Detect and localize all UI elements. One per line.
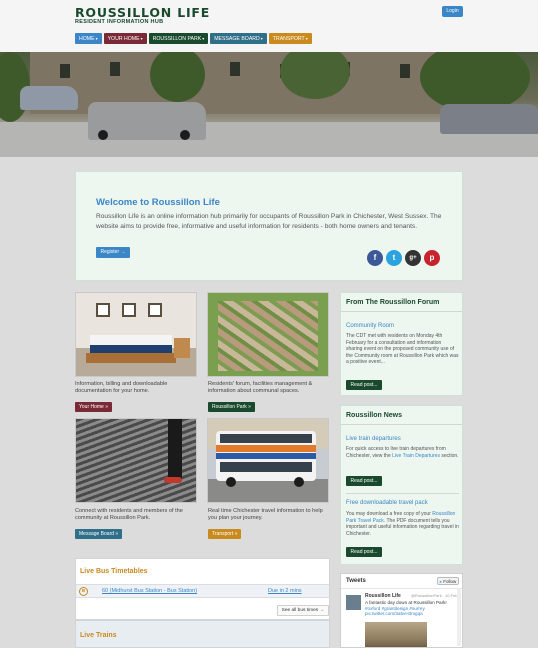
forum-post-text: The CDT met with residents on Monday 4th… <box>346 333 459 366</box>
forum-post-title[interactable]: Community Room <box>346 323 394 329</box>
login-button[interactable]: Login <box>442 6 463 17</box>
news-read-post-button[interactable]: Read post... <box>346 476 382 486</box>
message-board-image[interactable] <box>75 418 197 503</box>
nav-item-transport[interactable]: TRANSPORT▾ <box>268 33 312 44</box>
message-board-caption: Connect with residents and members of th… <box>75 508 183 522</box>
bus-route-link[interactable]: 60 (Midhurst Bus Station - Bus Station) <box>102 588 197 594</box>
twitter-icon[interactable]: t <box>386 250 402 266</box>
chevron-down-icon: ▾ <box>305 36 308 41</box>
facebook-icon[interactable]: f <box>367 250 383 266</box>
nav-item-roussillon-park[interactable]: ROUSSILLON PARK▾ <box>148 33 209 44</box>
nav-item-message-board[interactable]: MESSAGE BOARD▾ <box>210 33 267 44</box>
news-read-post-button[interactable]: Read post... <box>346 547 382 557</box>
bus-stop-icon: B <box>79 587 88 596</box>
your-home-image[interactable] <box>75 292 197 377</box>
your-home-button[interactable]: Your Home » <box>75 402 112 412</box>
roussillon-park-image[interactable] <box>207 292 329 377</box>
google-plus-icon[interactable]: g+ <box>405 250 421 266</box>
message-board-button[interactable]: Message Board » <box>75 529 123 539</box>
site-logo-subtitle: RESIDENT INFORMATION HUB <box>75 19 164 25</box>
tweet-link[interactable]: pic.twitter.com/3a5vH3mgqa <box>365 611 423 616</box>
tweet-image[interactable] <box>365 622 427 647</box>
live-train-departures-link[interactable]: Live Train Departures <box>392 453 440 459</box>
forum-read-post-button[interactable]: Read post... <box>346 380 382 390</box>
nav-item-home[interactable]: HOME▾ <box>75 33 102 44</box>
tweet-date[interactable]: 10 Feb <box>445 593 457 598</box>
news-item-title[interactable]: Live train departures <box>346 436 401 442</box>
pinterest-icon[interactable]: p <box>424 250 440 266</box>
nav-item-your-home[interactable]: YOUR HOME▾ <box>103 33 147 44</box>
twitter-widget: Tweets ▸ Follow Roussillon Life @Roussil… <box>340 573 463 648</box>
twitter-follow-button[interactable]: ▸ Follow <box>437 577 459 585</box>
tweets-title: Tweets <box>346 578 366 584</box>
bus-timetables-panel: Live Bus Timetables B 60 (Midhurst Bus S… <box>75 558 330 620</box>
live-trains-heading: Live Trains <box>80 632 117 639</box>
forum-panel: From The Roussillon Forum Community Room… <box>340 292 463 396</box>
see-all-bus-times-button[interactable]: See all bus times → <box>277 605 329 616</box>
chevron-down-icon: ▾ <box>140 36 143 41</box>
tweet-author-handle[interactable]: @RoussillonPark <box>411 593 442 598</box>
transport-button[interactable]: Transport » <box>208 529 242 539</box>
table-row: B 60 (Midhurst Bus Station - Bus Station… <box>76 584 329 598</box>
tweet-hashtags[interactable]: #oxford #grantdesign #surrey <box>365 606 425 611</box>
site-logo-title[interactable]: ROUSSILLON LIFE <box>75 5 210 20</box>
register-button[interactable]: Register → <box>96 247 130 258</box>
chevron-down-icon: ▾ <box>260 36 263 41</box>
transport-image[interactable] <box>207 418 329 503</box>
chevron-down-icon: ▾ <box>95 36 98 41</box>
welcome-panel: Welcome to Roussillon Life Roussillon Li… <box>75 171 463 281</box>
news-item-title[interactable]: Free downloadable travel pack <box>346 500 428 506</box>
welcome-text: Roussillon Life is an online information… <box>96 213 442 230</box>
twitter-icon: ▸ <box>439 579 442 584</box>
roussillon-park-caption: Residents' forum, facilities management … <box>208 381 313 395</box>
tweet-text: A fantastic day down at Roussillon Park!… <box>365 600 447 617</box>
forum-heading: From The Roussillon Forum <box>341 293 462 312</box>
hero-image <box>0 52 538 157</box>
news-panel: Roussillon News Live train departures Fo… <box>340 405 463 565</box>
avatar[interactable] <box>346 595 361 610</box>
transport-caption: Real time Chichester travel information … <box>208 508 323 522</box>
news-item-text: For quick access to live train departure… <box>346 446 459 459</box>
bus-timetables-heading: Live Bus Timetables <box>80 568 148 575</box>
your-home-caption: Information, billing and downloadable do… <box>75 381 168 395</box>
chevron-down-icon: ▾ <box>202 36 205 41</box>
news-item-text: You may download a free copy of your Rou… <box>346 511 459 537</box>
news-heading: Roussillon News <box>341 406 462 425</box>
tweet-author-name[interactable]: Roussillon Life <box>365 593 401 599</box>
site-header: ROUSSILLON LIFE RESIDENT INFORMATION HUB… <box>0 0 538 52</box>
live-trains-panel: Live Trains <box>75 620 330 648</box>
tweets-scrollbar[interactable] <box>457 588 461 646</box>
bus-due-link[interactable]: Due in 2 mins <box>268 588 302 594</box>
welcome-heading: Welcome to Roussillon Life <box>96 197 220 208</box>
main-nav: HOME▾ YOUR HOME▾ ROUSSILLON PARK▾ MESSAG… <box>75 33 312 44</box>
roussillon-park-button[interactable]: Roussillon Park » <box>208 402 255 412</box>
